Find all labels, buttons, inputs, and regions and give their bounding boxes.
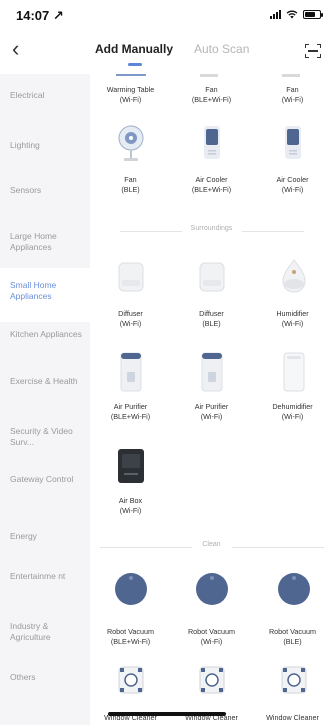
tab-add-manually[interactable]: Add Manually — [95, 42, 173, 56]
device-window-cleaner[interactable]: Window Cleaner — [252, 713, 333, 723]
section-surroundings: Surroundings — [100, 225, 323, 239]
sidebar-item-industry-agriculture[interactable]: Industry & Agriculture — [10, 621, 86, 643]
device-diffuser-ble[interactable]: Diffuser (BLE) — [171, 309, 252, 329]
sidebar-item-exercise-health[interactable]: Exercise & Health — [10, 376, 86, 387]
air-purifier-image — [201, 352, 223, 392]
status-icons — [270, 10, 323, 19]
device-air-box-wifi[interactable]: Air Box (Wi-Fi) — [90, 496, 171, 516]
device-robot-vacuum-ble-wifi[interactable]: Robot Vacuum (BLE+Wi-Fi) — [90, 627, 171, 647]
signal-icon — [270, 10, 281, 19]
device-air-cooler-ble-wifi[interactable]: Air Cooler (BLE+Wi-Fi) — [171, 175, 252, 195]
window-cleaner-image — [118, 666, 144, 694]
device-air-purifier-wifi[interactable]: Air Purifier (Wi-Fi) — [171, 402, 252, 422]
tab-indicator — [128, 63, 142, 66]
window-cleaner-image — [281, 666, 307, 694]
section-label: Surroundings — [190, 225, 233, 232]
category-sidebar: Electrical Lighting Sensors Large Home A… — [0, 74, 90, 725]
sidebar-item-electrical[interactable]: Electrical — [10, 90, 86, 101]
robot-vacuum-image — [278, 573, 310, 605]
robot-vacuum-image — [115, 573, 147, 605]
battery-icon — [303, 10, 323, 19]
diffuser-image — [118, 262, 144, 292]
status-bar: 14:07 ↗ — [0, 0, 333, 30]
sidebar-item-others[interactable]: Others — [10, 672, 86, 683]
section-clean: Clean — [100, 541, 324, 555]
home-indicator — [108, 712, 226, 716]
device-humidifier-wifi[interactable]: Humidifier (Wi-Fi) — [252, 309, 333, 329]
section-label: Clean — [202, 541, 221, 548]
air-box-image — [118, 449, 144, 483]
humidifier-image — [282, 259, 306, 293]
robot-vacuum-image — [196, 573, 228, 605]
air-cooler-image — [204, 126, 220, 159]
device-robot-vacuum-ble[interactable]: Robot Vacuum (BLE) — [252, 627, 333, 647]
fan-image — [282, 74, 300, 77]
device-fan-ble-wifi[interactable]: Fan (BLE+Wi-Fi) — [171, 85, 252, 105]
fan-image — [200, 74, 218, 77]
header: ‹ Add Manually Auto Scan — [0, 30, 333, 74]
sidebar-item-small-home-appliances[interactable]: Small Home Appliances — [10, 280, 86, 302]
device-air-cooler-wifi[interactable]: Air Cooler (Wi-Fi) — [252, 175, 333, 195]
device-warming-table[interactable]: Warming Table (Wi-Fi) — [90, 85, 171, 105]
sidebar-item-gateway-control[interactable]: Gateway Control — [10, 474, 86, 485]
air-purifier-image — [120, 352, 142, 392]
sidebar-item-energy[interactable]: Energy — [10, 531, 86, 542]
diffuser-image — [199, 262, 225, 292]
device-robot-vacuum-wifi[interactable]: Robot Vacuum (Wi-Fi) — [171, 627, 252, 647]
sidebar-item-large-home-appliances[interactable]: Large Home Appliances — [10, 231, 86, 253]
wifi-icon — [286, 10, 298, 19]
device-dehumidifier-wifi[interactable]: Dehumidifier (Wi-Fi) — [252, 402, 333, 422]
air-cooler-image — [285, 126, 301, 159]
dehumidifier-image — [283, 352, 305, 392]
device-air-purifier-ble-wifi[interactable]: Air Purifier (BLE+Wi-Fi) — [90, 402, 171, 422]
sidebar-item-kitchen-appliances[interactable]: Kitchen Appliances — [10, 329, 86, 340]
device-fan-wifi[interactable]: Fan (Wi-Fi) — [252, 85, 333, 105]
device-grid: Warming Table (Wi-Fi) Fan (BLE+Wi-Fi) Fa… — [90, 74, 333, 725]
warming-table-image — [116, 74, 146, 76]
sidebar-item-security-video[interactable]: Security & Video Surv... — [10, 426, 86, 448]
device-fan-ble[interactable]: Fan (BLE) — [90, 175, 171, 195]
sidebar-item-sensors[interactable]: Sensors — [10, 185, 86, 196]
fan-image — [118, 125, 144, 161]
tab-auto-scan[interactable]: Auto Scan — [194, 42, 249, 56]
sidebar-item-lighting[interactable]: Lighting — [10, 140, 86, 151]
device-diffuser-wifi[interactable]: Diffuser (Wi-Fi) — [90, 309, 171, 329]
status-time: 14:07 ↗ — [16, 8, 64, 23]
back-button[interactable]: ‹ — [12, 36, 19, 62]
scan-icon[interactable] — [305, 44, 321, 58]
sidebar-item-entertainment[interactable]: Entertainme nt — [10, 571, 86, 582]
window-cleaner-image — [199, 666, 225, 694]
